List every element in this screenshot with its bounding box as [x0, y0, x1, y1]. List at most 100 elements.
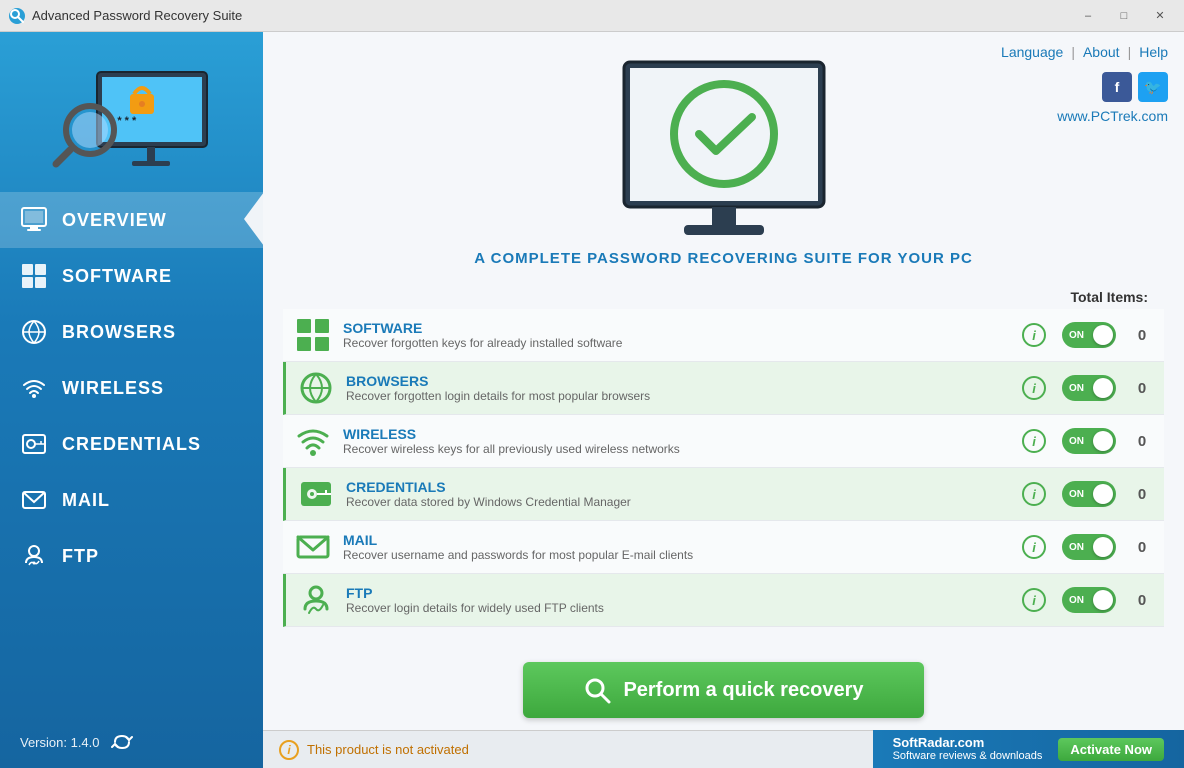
item-row-ftp: FTP Recover login details for widely use…	[283, 574, 1164, 627]
sidebar-item-software[interactable]: SOFTWARE	[0, 248, 263, 304]
hero-graphic	[594, 52, 854, 242]
credentials-item-icon	[298, 476, 334, 512]
sidebar-item-credentials[interactable]: CREDENTIALS	[0, 416, 263, 472]
credentials-icon	[20, 430, 48, 458]
total-items-label: Total Items:	[283, 289, 1164, 305]
browsers-toggle[interactable]	[1062, 375, 1116, 401]
version-label: Version: 1.4.0	[20, 735, 100, 750]
refresh-button[interactable]	[110, 730, 134, 754]
wireless-item-text: WIRELESS Recover wireless keys for all p…	[343, 426, 1022, 456]
app-icon	[8, 7, 26, 25]
wireless-item-icon	[295, 423, 331, 459]
wireless-item-desc: Recover wireless keys for all previously…	[343, 442, 1022, 456]
browsers-item-icon	[298, 370, 334, 406]
software-toggle[interactable]	[1062, 322, 1116, 348]
about-link[interactable]: About	[1083, 44, 1120, 60]
items-section: Total Items: SOFTWARE Recover forgotten …	[263, 289, 1184, 650]
item-row-credentials: CREDENTIALS Recover data stored by Windo…	[283, 468, 1164, 521]
mail-item-icon	[295, 529, 331, 565]
sidebar-item-label-mail: MAIL	[62, 490, 110, 511]
credentials-info-button[interactable]: i	[1022, 482, 1046, 506]
browsers-item-text: BROWSERS Recover forgotten login details…	[346, 373, 1022, 403]
ftp-toggle[interactable]	[1062, 587, 1116, 613]
main-content: Language | About | Help f 🐦 www.PCTrek.c…	[263, 32, 1184, 768]
window-controls: – □ ✕	[1072, 6, 1176, 26]
software-item-icon	[295, 317, 331, 353]
sidebar-item-label-wireless: WIRELESS	[62, 378, 164, 399]
ftp-count: 0	[1132, 592, 1152, 609]
softRadar-branding: SoftRadar.com Software reviews & downloa…	[893, 735, 1043, 764]
software-info-button[interactable]: i	[1022, 323, 1046, 347]
wireless-info-button[interactable]: i	[1022, 429, 1046, 453]
maximize-button[interactable]: □	[1108, 6, 1140, 26]
wireless-item-name: WIRELESS	[343, 426, 1022, 442]
sidebar-item-wireless[interactable]: WIRELESS	[0, 360, 263, 416]
ftp-info-button[interactable]: i	[1022, 588, 1046, 612]
item-row-mail: MAIL Recover username and passwords for …	[283, 521, 1164, 574]
hero-section: A COMPLETE PASSWORD RECOVERING SUITE FOR…	[263, 32, 1184, 289]
wireless-count: 0	[1132, 433, 1152, 450]
overview-icon	[20, 206, 48, 234]
sidebar-item-browsers[interactable]: BROWSERS	[0, 304, 263, 360]
mail-info-button[interactable]: i	[1022, 535, 1046, 559]
separator-2: |	[1128, 44, 1132, 60]
mail-icon	[20, 486, 48, 514]
twitter-button[interactable]: 🐦	[1138, 72, 1168, 102]
language-link[interactable]: Language	[1001, 44, 1063, 60]
software-icon	[20, 262, 48, 290]
activate-banner: SoftRadar.com Software reviews & downloa…	[873, 730, 1184, 768]
status-info-icon: i	[279, 740, 299, 760]
facebook-button[interactable]: f	[1102, 72, 1132, 102]
softRadar-subtitle: Software reviews & downloads	[893, 750, 1043, 763]
app-title: Advanced Password Recovery Suite	[32, 8, 1072, 23]
sidebar-item-mail[interactable]: MAIL	[0, 472, 263, 528]
social-icons: f 🐦	[1102, 72, 1168, 102]
browsers-item-name: BROWSERS	[346, 373, 1022, 389]
software-item-desc: Recover forgotten keys for already insta…	[343, 336, 1022, 350]
credentials-item-text: CREDENTIALS Recover data stored by Windo…	[346, 479, 1022, 509]
sidebar-item-label-software: SOFTWARE	[62, 266, 172, 287]
softRadar-name: SoftRadar.com	[893, 735, 1043, 751]
sidebar-item-overview[interactable]: OVERVIEW	[0, 192, 263, 248]
website-link[interactable]: www.PCTrek.com	[1057, 108, 1168, 124]
wireless-icon	[20, 374, 48, 402]
help-link[interactable]: Help	[1139, 44, 1168, 60]
sidebar: * * * *	[0, 32, 263, 768]
ftp-item-icon	[298, 582, 334, 618]
minimize-button[interactable]: –	[1072, 6, 1104, 26]
app-logo: * * * *	[42, 52, 222, 182]
recovery-section: Perform a quick recovery	[263, 650, 1184, 730]
browsers-item-desc: Recover forgotten login details for most…	[346, 389, 1022, 403]
ftp-item-text: FTP Recover login details for widely use…	[346, 585, 1022, 615]
search-recovery-icon	[583, 676, 611, 704]
quick-recovery-label: Perform a quick recovery	[623, 679, 863, 702]
item-row-browsers: BROWSERS Recover forgotten login details…	[283, 362, 1164, 415]
credentials-toggle[interactable]	[1062, 481, 1116, 507]
status-message: This product is not activated	[307, 742, 469, 757]
ftp-item-desc: Recover login details for widely used FT…	[346, 601, 1022, 615]
wireless-toggle[interactable]	[1062, 428, 1116, 454]
nav-items: OVERVIEW SOFTWARE	[0, 192, 263, 716]
browsers-info-button[interactable]: i	[1022, 376, 1046, 400]
ftp-icon	[20, 542, 48, 570]
hero-tagline: A COMPLETE PASSWORD RECOVERING SUITE FOR…	[474, 250, 973, 267]
close-button[interactable]: ✕	[1144, 6, 1176, 26]
sidebar-item-label-credentials: CREDENTIALS	[62, 434, 201, 455]
browsers-icon	[20, 318, 48, 346]
monitor-checkmark-svg	[594, 52, 854, 242]
software-item-name: SOFTWARE	[343, 320, 1022, 336]
quick-recovery-button[interactable]: Perform a quick recovery	[523, 662, 923, 718]
sidebar-item-label-overview: OVERVIEW	[62, 210, 167, 231]
sidebar-item-ftp[interactable]: FTP	[0, 528, 263, 584]
item-row-wireless: WIRELESS Recover wireless keys for all p…	[283, 415, 1164, 468]
mail-item-desc: Recover username and passwords for most …	[343, 548, 1022, 562]
credentials-count: 0	[1132, 486, 1152, 503]
sidebar-footer: Version: 1.4.0	[0, 716, 263, 768]
credentials-item-desc: Recover data stored by Windows Credentia…	[346, 495, 1022, 509]
activate-now-button[interactable]: Activate Now	[1058, 738, 1164, 761]
mail-item-name: MAIL	[343, 532, 1022, 548]
browsers-count: 0	[1132, 380, 1152, 397]
sidebar-item-label-ftp: FTP	[62, 546, 99, 567]
mail-toggle[interactable]	[1062, 534, 1116, 560]
title-bar: Advanced Password Recovery Suite – □ ✕	[0, 0, 1184, 32]
